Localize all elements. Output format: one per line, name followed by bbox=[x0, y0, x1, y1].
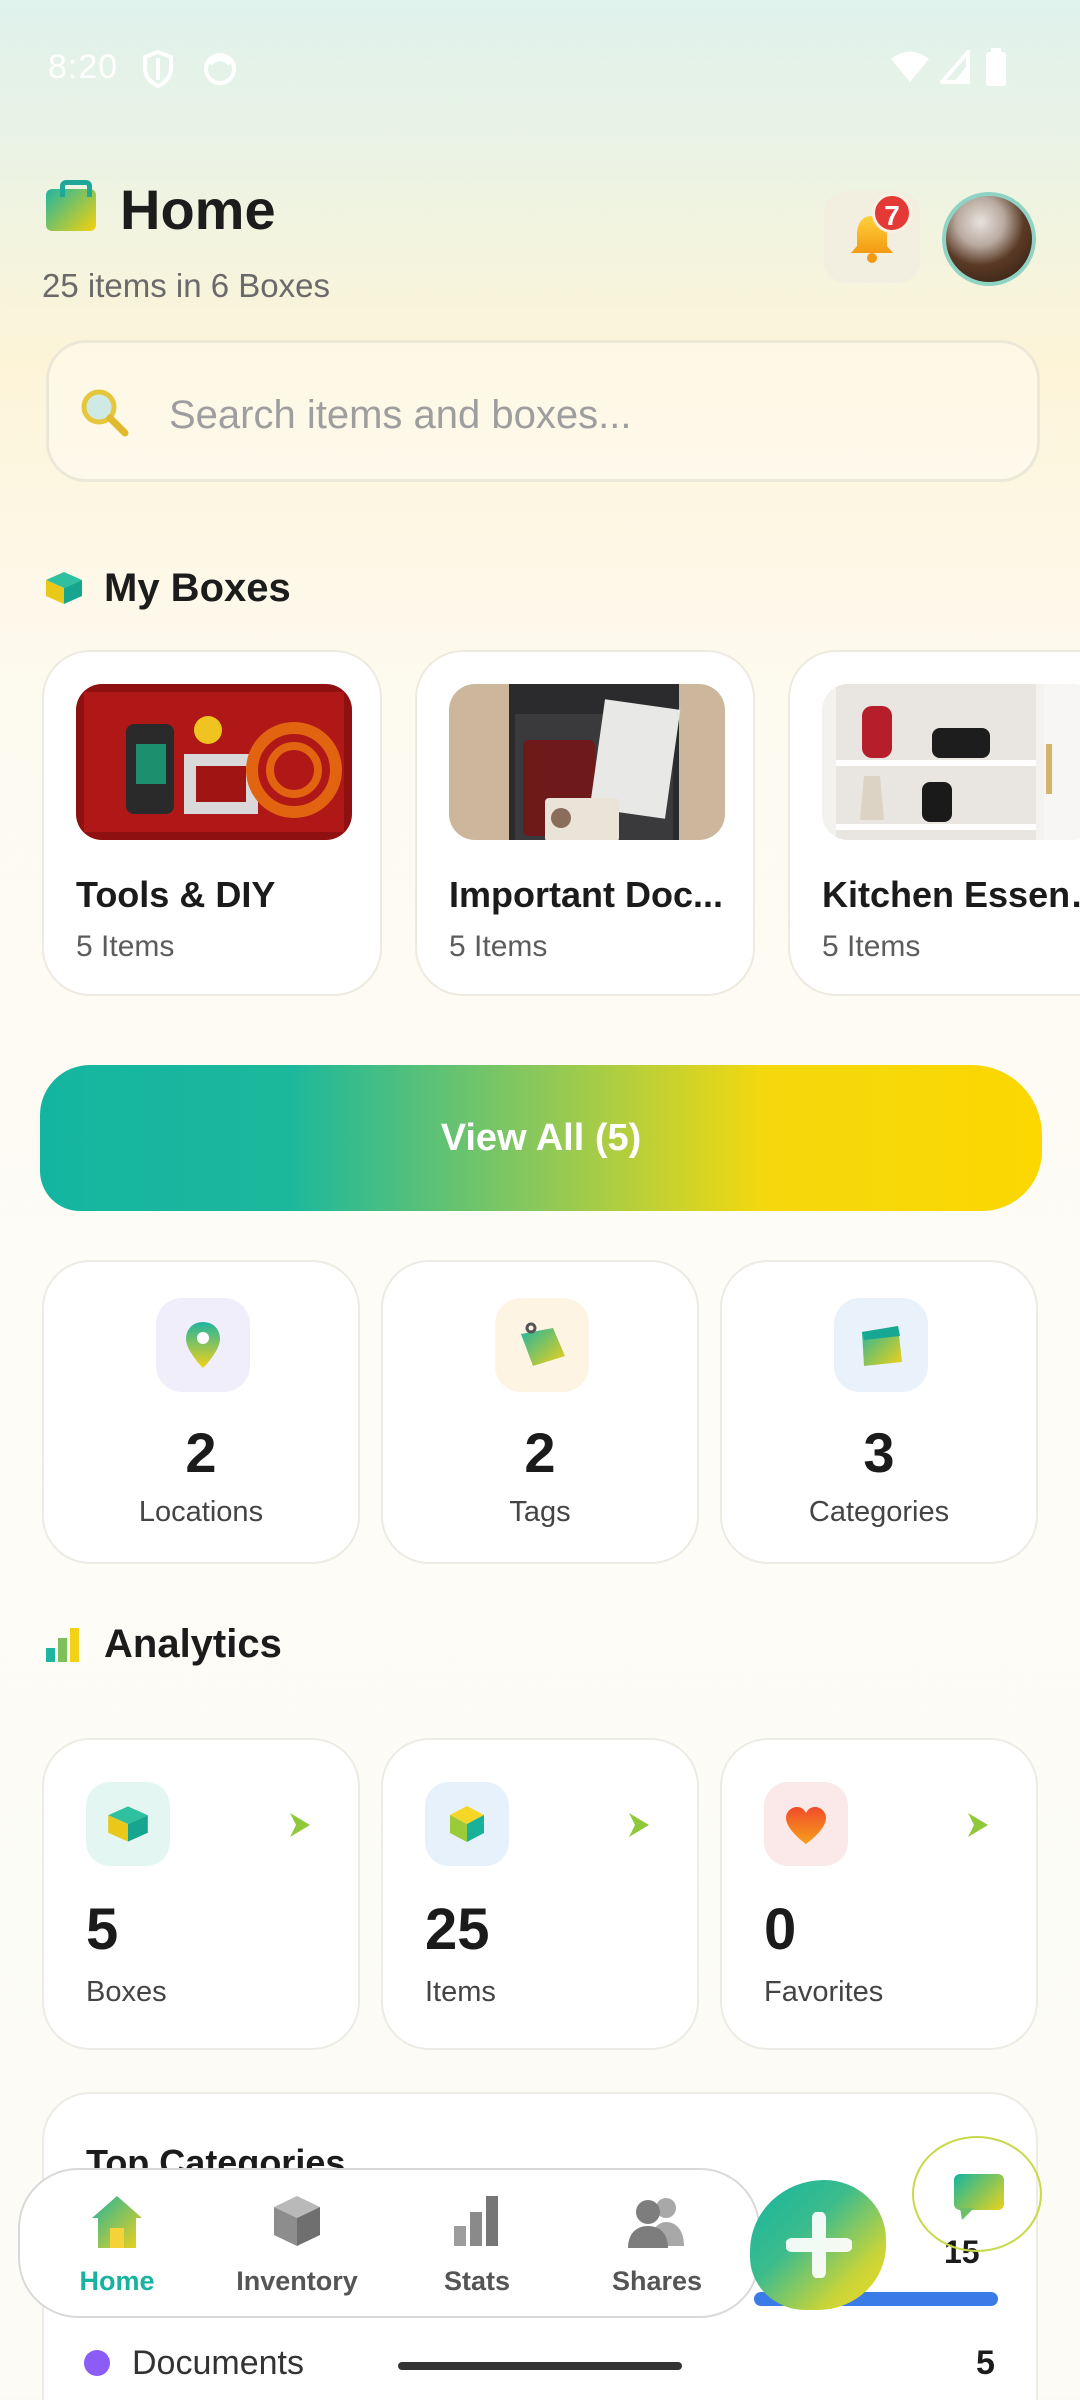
battery-icon bbox=[986, 48, 1006, 86]
location-pin-icon bbox=[156, 1298, 250, 1392]
inventory-icon bbox=[274, 2196, 320, 2246]
items-value: 25 bbox=[425, 1897, 490, 1962]
avatar[interactable] bbox=[942, 192, 1036, 286]
notification-badge: 7 bbox=[872, 193, 912, 233]
favorites-label: Favorites bbox=[764, 1976, 884, 2008]
analytics-title: Analytics bbox=[104, 1622, 282, 1666]
nav-home-label: Home bbox=[79, 2266, 155, 2296]
items-label: Items bbox=[425, 1976, 496, 2008]
search-input[interactable]: Search items and boxes... bbox=[46, 340, 1040, 482]
categories-count: 3 bbox=[863, 1421, 895, 1484]
chevron-right-icon bbox=[968, 1813, 988, 1837]
search-icon bbox=[81, 389, 129, 437]
box-name: Kitchen Essent... bbox=[822, 874, 1080, 915]
box-icon bbox=[86, 1782, 170, 1866]
boxes-section-icon bbox=[46, 572, 82, 604]
nav-stats[interactable]: Stats bbox=[402, 2194, 552, 2304]
nav-home[interactable]: Home bbox=[42, 2194, 192, 2304]
categories-label: Categories bbox=[808, 1496, 950, 1528]
stats-icon bbox=[454, 2196, 498, 2246]
signal-icon bbox=[940, 50, 970, 84]
box-name: Tools & DIY bbox=[76, 874, 276, 915]
box-count: 5 Items bbox=[449, 930, 548, 963]
folder-icon bbox=[834, 1298, 928, 1392]
page-subtitle: 25 items in 6 Boxes bbox=[42, 267, 330, 304]
locations-count: 2 bbox=[185, 1421, 217, 1484]
nav-shares[interactable]: Shares bbox=[582, 2194, 732, 2304]
bottom-navigation: Home Inventory Stats Shares bbox=[18, 2168, 760, 2318]
documents-dot bbox=[84, 2350, 110, 2376]
box-image-documents bbox=[449, 684, 725, 840]
tags-card[interactable]: 2 Tags bbox=[381, 1260, 699, 1564]
documents-count: 5 bbox=[976, 2344, 995, 2382]
app-logo-icon bbox=[46, 180, 96, 231]
chevron-right-icon bbox=[290, 1813, 310, 1837]
chat-button[interactable] bbox=[912, 2136, 1042, 2252]
face-status-icon bbox=[204, 53, 236, 85]
boxes-value: 5 bbox=[86, 1897, 119, 1962]
home-icon bbox=[92, 2196, 142, 2248]
locations-card[interactable]: 2 Locations bbox=[42, 1260, 360, 1564]
home-indicator bbox=[398, 2362, 682, 2370]
status-bar: 8:20 bbox=[0, 0, 1080, 135]
box-image-tools bbox=[76, 684, 352, 840]
favorites-analytics-card[interactable]: 0 Favorites bbox=[720, 1738, 1038, 2050]
shares-icon bbox=[628, 2198, 684, 2248]
box-card[interactable]: Important Doc... 5 Items bbox=[415, 650, 755, 996]
analytics-icon bbox=[46, 1628, 79, 1662]
box-image-kitchen bbox=[822, 684, 1080, 840]
nav-shares-label: Shares bbox=[611, 2266, 703, 2296]
tags-count: 2 bbox=[524, 1421, 556, 1484]
categories-card[interactable]: 3 Categories bbox=[720, 1260, 1038, 1564]
nav-inventory-label: Inventory bbox=[236, 2266, 358, 2296]
boxes-analytics-card[interactable]: 5 Boxes bbox=[42, 1738, 360, 2050]
box-card[interactable]: Tools & DIY 5 Items bbox=[42, 650, 382, 996]
wifi-icon bbox=[891, 51, 929, 82]
status-time: 8:20 bbox=[48, 48, 119, 86]
tags-label: Tags bbox=[509, 1496, 571, 1528]
shield-status-icon bbox=[143, 50, 173, 88]
heart-icon bbox=[764, 1782, 848, 1866]
nav-stats-label: Stats bbox=[443, 2266, 511, 2296]
favorites-value: 0 bbox=[764, 1897, 797, 1962]
locations-label: Locations bbox=[138, 1496, 264, 1528]
tag-icon bbox=[495, 1298, 589, 1392]
page-title: Home bbox=[120, 178, 276, 241]
items-analytics-card[interactable]: 25 Items bbox=[381, 1738, 699, 2050]
view-all-button[interactable]: View All (5) bbox=[40, 1065, 1042, 1211]
chevron-right-icon bbox=[629, 1813, 649, 1837]
documents-label: Documents bbox=[132, 2344, 304, 2382]
search-placeholder: Search items and boxes... bbox=[169, 393, 632, 437]
nav-inventory[interactable]: Inventory bbox=[222, 2194, 372, 2304]
chat-bubble-tail bbox=[960, 2208, 974, 2220]
boxes-label: Boxes bbox=[86, 1976, 167, 2008]
my-boxes-title: My Boxes bbox=[104, 566, 291, 610]
cube-icon bbox=[425, 1782, 509, 1866]
box-name: Important Doc... bbox=[449, 874, 724, 915]
plus-icon bbox=[786, 2212, 852, 2278]
chat-bubble-icon bbox=[954, 2174, 1004, 2210]
box-count: 5 Items bbox=[76, 930, 175, 963]
box-card[interactable]: Kitchen Essent... 5 Items bbox=[788, 650, 1080, 996]
box-count: 5 Items bbox=[822, 930, 921, 963]
